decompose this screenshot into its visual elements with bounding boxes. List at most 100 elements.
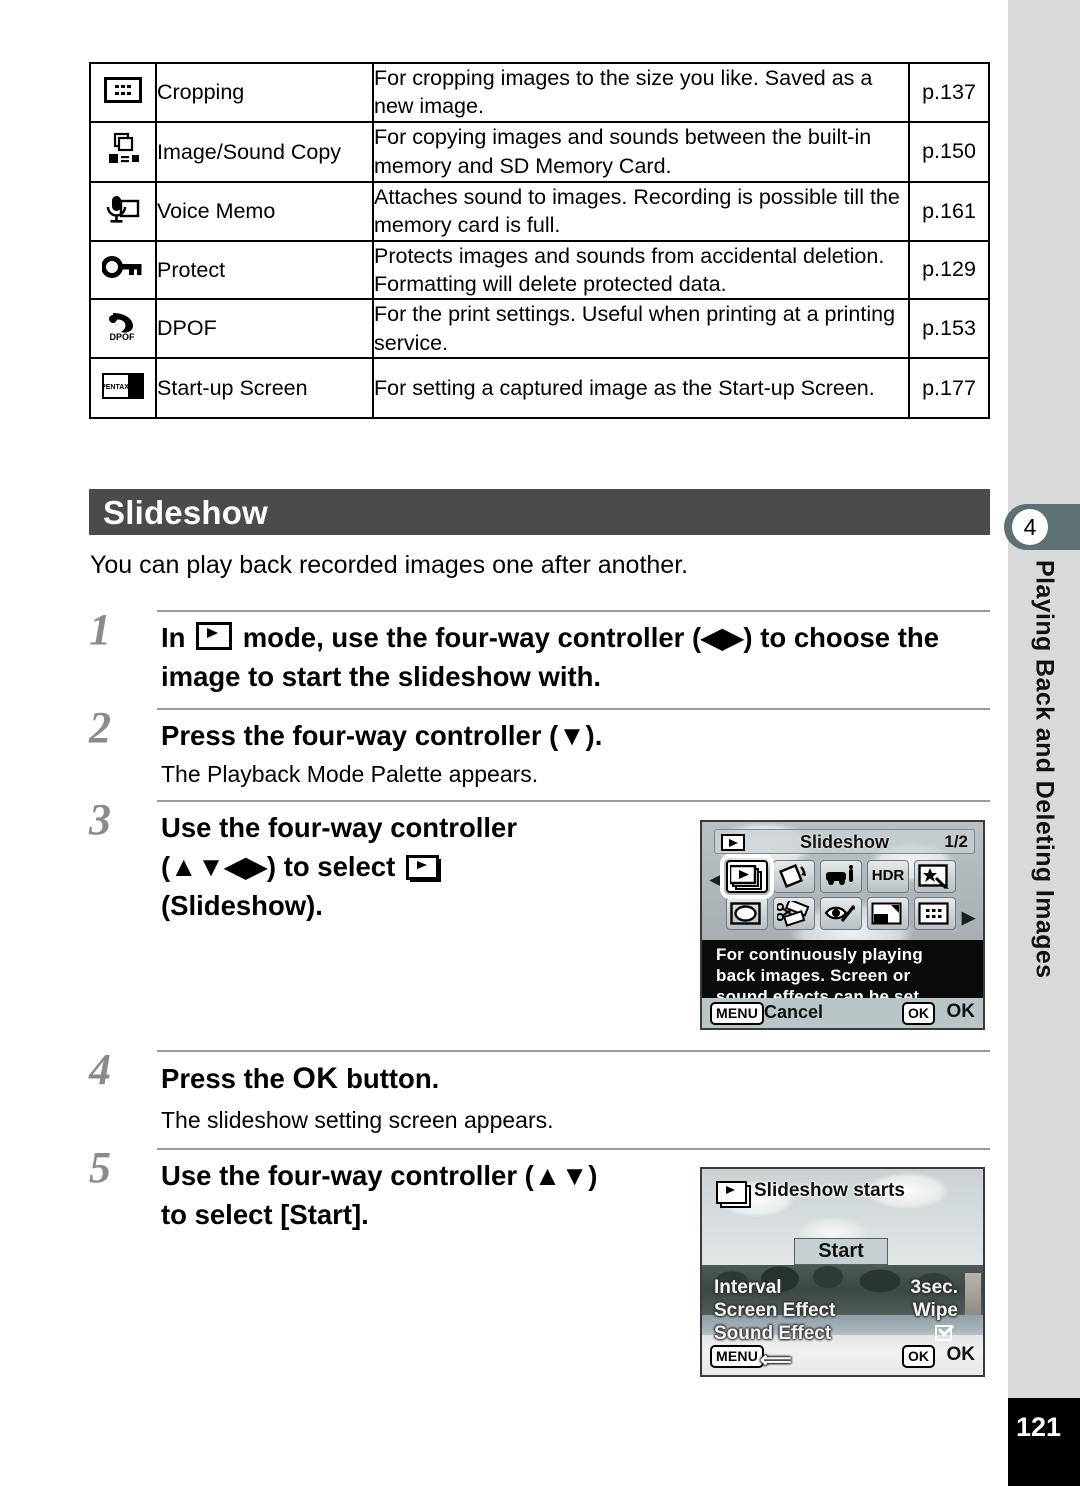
slideshow-setting-screenshot: Slideshow starts Start Interval 3sec. Sc…: [700, 1167, 985, 1377]
palette-right-arrow-icon[interactable]: ▶: [962, 908, 975, 928]
feature-description: Attaches sound to images. Recording is p…: [372, 180, 910, 242]
step-body: Use the four-way controller (▲▼◀▶) to se…: [161, 808, 761, 925]
step-divider: [157, 1050, 990, 1052]
slideshow-icon: [716, 1181, 751, 1208]
ok-button[interactable]: OK: [902, 1002, 935, 1025]
feature-page-ref: p.137: [908, 62, 990, 123]
step-title-line-3: (Slideshow).: [161, 890, 323, 922]
setting-value: Wipe: [912, 1300, 958, 1321]
cancel-label[interactable]: Cancel: [764, 1002, 823, 1023]
step-number: 2: [89, 703, 111, 752]
step-number: 4: [89, 1045, 111, 1094]
step-title-line-2: to select [Start].: [161, 1199, 369, 1231]
ok-button[interactable]: OK: [902, 1345, 935, 1368]
step-number: 5: [89, 1143, 111, 1192]
chapter-title: Playing Back and Deleting Images: [1008, 560, 1080, 1120]
protect-key-icon: [101, 256, 144, 283]
cropping-icon-cell: [89, 62, 157, 123]
setting-value: 3sec.: [910, 1277, 958, 1298]
step-title-after: mode, use the four-way controller (◀▶) t…: [161, 622, 939, 693]
ok-label[interactable]: OK: [947, 1344, 976, 1366]
feature-name: Protect: [155, 239, 374, 301]
start-up-screen-icon: PENTAX: [101, 372, 144, 405]
palette-description-line-1: For continuously playing: [716, 945, 923, 964]
voice-memo-icon: [104, 194, 142, 229]
palette-item-red-eye-edit[interactable]: [820, 897, 862, 930]
sound-effect-checkbox-icon[interactable]: [935, 1325, 952, 1341]
feature-page-ref: p.161: [908, 180, 990, 242]
feature-table: Cropping For cropping images to the size…: [89, 62, 990, 419]
feature-name: Voice Memo: [155, 180, 374, 242]
slideshow-icon: [405, 855, 441, 883]
palette-title: Slideshow: [799, 832, 889, 852]
table-row: DPOF DPOF For the print settings. Useful…: [89, 298, 990, 359]
setting-screen-title: Slideshow starts: [754, 1180, 905, 1201]
section-header-bar: Slideshow: [89, 489, 990, 535]
section-intro-text: You can play back recorded images one af…: [90, 551, 689, 579]
step-body: In mode, use the four-way controller (◀▶…: [161, 618, 991, 696]
palette-item-hdr[interactable]: HDR: [867, 860, 909, 893]
ok-button-glyph: OK: [292, 1062, 339, 1095]
setting-bottom-bar: MENU ⟸ OK OK: [702, 1341, 983, 1375]
palette-bottom-bar: MENU Cancel OK OK: [702, 998, 983, 1028]
palette-item-cropping[interactable]: [914, 897, 956, 930]
table-row: Cropping For cropping images to the size…: [89, 62, 990, 123]
svg-text:PENTAX: PENTAX: [102, 384, 129, 391]
feature-description: Protects images and sounds from accident…: [372, 239, 910, 301]
step-body: Use the four-way controller (▲▼) to sele…: [161, 1156, 761, 1234]
step-number: 3: [89, 795, 111, 844]
svg-text:DPOF: DPOF: [109, 332, 135, 342]
menu-button[interactable]: MENU: [710, 1345, 765, 1368]
feature-name: Image/Sound Copy: [155, 120, 374, 183]
step-title-line-2: (▲▼◀▶) to select: [161, 847, 761, 886]
setting-row-interval[interactable]: Interval 3sec.: [714, 1277, 976, 1300]
setting-row-screen-effect[interactable]: Screen Effect Wipe: [714, 1300, 976, 1323]
step-body: Press the OK button. The slideshow setti…: [161, 1058, 761, 1136]
feature-page-ref: p.177: [908, 357, 990, 419]
step-title: In mode, use the four-way controller (◀▶…: [161, 618, 991, 696]
step-title-line-1: Use the four-way controller (▲▼): [161, 1160, 598, 1191]
palette-item-frame-composite[interactable]: [726, 897, 768, 930]
chapter-number-badge: 4: [1012, 509, 1048, 545]
start-button[interactable]: Start: [794, 1238, 888, 1265]
menu-button[interactable]: MENU: [710, 1002, 765, 1025]
step-divider: [157, 800, 990, 802]
protect-key-icon-cell: [89, 239, 157, 301]
dpof-icon: DPOF: [103, 310, 143, 347]
feature-name: DPOF: [155, 298, 374, 359]
step-note: The Playback Mode Palette appears.: [161, 761, 539, 788]
step-divider: [157, 1148, 990, 1150]
palette-item-original-frame[interactable]: [867, 897, 909, 930]
palette-row-1: HDR: [720, 854, 962, 899]
feature-name: Start-up Screen: [155, 357, 374, 419]
cropping-icon: [104, 76, 142, 108]
feature-description: For the print settings. Useful when prin…: [372, 298, 910, 359]
palette-item-small-face-filter[interactable]: [820, 860, 862, 893]
image-sound-copy-icon-cell: [89, 120, 157, 183]
feature-description: For setting a captured image as the Star…: [372, 357, 910, 419]
palette-title-bar: Slideshow 1/2: [714, 829, 975, 854]
palette-item-image-rotation[interactable]: [773, 860, 815, 893]
ok-label[interactable]: OK: [947, 1001, 976, 1023]
step-note: The slideshow setting screen appears.: [161, 1106, 554, 1133]
palette-item-digital-filter[interactable]: [914, 860, 956, 893]
feature-page-ref: p.153: [908, 298, 990, 359]
step-number: 1: [89, 605, 111, 654]
back-arrow-icon[interactable]: ⟸: [760, 1347, 792, 1373]
step-title-line-1: Use the four-way controller: [161, 812, 518, 843]
feature-description: For cropping images to the size you like…: [372, 62, 910, 123]
palette-item-slideshow[interactable]: [720, 854, 774, 899]
table-row: Voice Memo Attaches sound to images. Rec…: [89, 180, 990, 242]
table-row: Protect Protects images and sounds from …: [89, 239, 990, 301]
feature-page-ref: p.150: [908, 120, 990, 183]
step-title: Use the four-way controller (▲▼) to sele…: [161, 1156, 761, 1234]
palette-item-movie-edit[interactable]: [773, 897, 815, 930]
page-title: Slideshow: [103, 494, 268, 531]
palette-left-arrow-icon[interactable]: ◀: [710, 870, 723, 890]
palette-icon-grid: HDR: [720, 854, 962, 934]
page-number: 121: [1016, 1412, 1062, 1442]
step-title-line-2-text: (▲▼◀▶) to select: [161, 851, 396, 883]
step-title: Press the four-way controller (▼).: [161, 720, 603, 751]
start-button-label: Start: [818, 1240, 864, 1262]
step-title: Use the four-way controller (▲▼◀▶) to se…: [161, 808, 761, 925]
